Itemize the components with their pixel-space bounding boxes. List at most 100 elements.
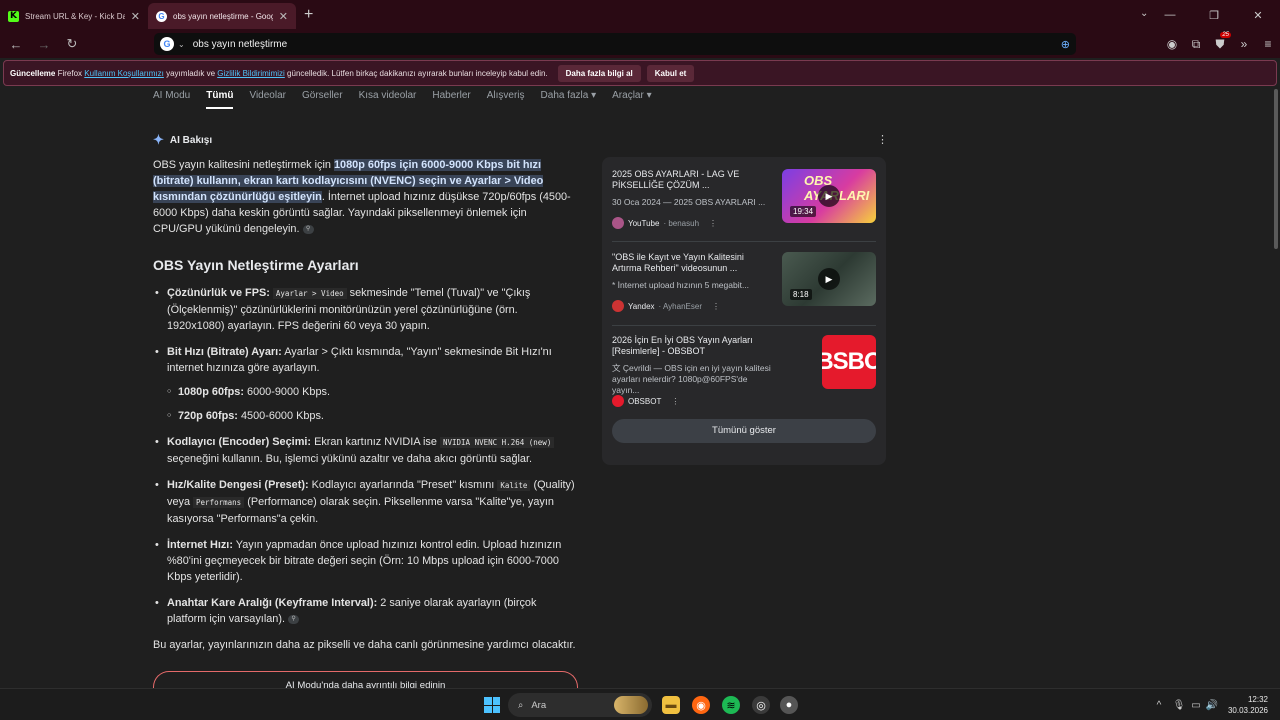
divider	[612, 241, 876, 242]
video-thumbnail[interactable]: OBS AYARLARI ▶ 19:34	[782, 169, 876, 223]
minimize-button[interactable]: —	[1148, 9, 1192, 21]
inline-code: Ayarlar > Video	[272, 288, 347, 299]
firefox-icon[interactable]: ◉	[692, 696, 710, 714]
search-placeholder: Ara	[531, 699, 547, 711]
search-results-page: AI Modu Tümü Videolar Görseller Kısa vid…	[0, 87, 1280, 688]
tab-videos[interactable]: Videolar	[249, 90, 286, 109]
tab-ai-mode[interactable]: AI Modu	[153, 90, 190, 109]
ai-mode-button[interactable]: AI Modu'nda daha ayrıntılı bilgi edinin	[153, 671, 578, 688]
tab-kick[interactable]: K Stream URL & Key - Kick Dashb ✕	[0, 3, 148, 29]
ai-overview-header: ✦ AI Bakışı	[153, 132, 212, 148]
video-title[interactable]: 2026 İçin En İyi OBS Yayın Ayarları [Res…	[612, 335, 772, 357]
new-tab-button[interactable]: +	[304, 6, 313, 24]
app-icon[interactable]: ●	[780, 696, 798, 714]
maximize-button[interactable]: ❐	[1192, 9, 1236, 22]
list-item: Bit Hızı (Bitrate) Ayarı: Ayarlar > Çıkt…	[153, 344, 578, 424]
learn-more-button[interactable]: Daha fazla bilgi al	[557, 64, 641, 82]
url-text[interactable]: obs yayın netleştirme	[193, 39, 288, 50]
sublist: 1080p 60fps: 6000-9000 Kbps. 720p 60fps:…	[167, 384, 578, 424]
source-sub: · AyhanEser	[658, 301, 702, 311]
tab-shopping[interactable]: Alışveriş	[487, 90, 525, 109]
link-icon[interactable]: ⚲	[288, 614, 300, 624]
more-options-icon[interactable]: ⋮	[877, 133, 888, 146]
kick-icon: K	[8, 10, 19, 22]
item-text: Ekran kartınız NVIDIA ise	[311, 436, 440, 448]
account-icon[interactable]: ◉	[1160, 37, 1184, 51]
spotify-icon[interactable]: ≋	[722, 696, 740, 714]
network-icon[interactable]: ▭	[1188, 700, 1204, 711]
scrollbar[interactable]	[1274, 89, 1278, 249]
show-all-button[interactable]: Tümünü göster	[612, 419, 876, 443]
window-controls: — ❐ ✕	[1148, 0, 1280, 30]
obs-icon[interactable]: ◎	[752, 696, 770, 714]
tab-google[interactable]: G obs yayın netleştirme - Google ✕	[148, 3, 296, 29]
tab-label: Stream URL & Key - Kick Dashb	[25, 11, 125, 21]
inline-code: Kalite	[497, 480, 531, 491]
tab-short-videos[interactable]: Kısa videolar	[359, 90, 417, 109]
source-sub: · benasuh	[663, 218, 700, 228]
more-options-icon[interactable]: ⋮	[671, 397, 679, 406]
closing-paragraph: Bu ayarlar, yayınlarınızın daha az pikse…	[153, 639, 576, 651]
ublock-icon[interactable]: ⛊ 25	[1208, 31, 1232, 52]
video-source: OBSBOT ⋮	[612, 395, 679, 407]
video-title[interactable]: 2025 OBS AYARLARI - LAG VE PİKSELLİĞE ÇÖ…	[612, 169, 772, 191]
video-card[interactable]: 2025 OBS AYARLARI - LAG VE PİKSELLİĞE ÇÖ…	[612, 169, 876, 235]
video-card[interactable]: 2026 İçin En İyi OBS Yayın Ayarları [Res…	[612, 335, 876, 411]
terms-link[interactable]: Kullanım Koşullarımızı	[84, 69, 164, 78]
list-item: Hız/Kalite Dengesi (Preset): Kodlayıcı a…	[153, 477, 578, 527]
clock[interactable]: 12:32 30.03.2026	[1228, 694, 1268, 716]
video-desc: * İnternet upload hızının 5 megabit...	[612, 280, 750, 290]
chevron-down-icon[interactable]: ⌄	[178, 40, 185, 49]
accept-button[interactable]: Kabul et	[646, 64, 695, 82]
tab-news[interactable]: Haberler	[432, 90, 470, 109]
play-icon[interactable]: ▶	[818, 185, 840, 207]
tab-images[interactable]: Görseller	[302, 90, 343, 109]
sublist-item: 720p 60fps: 4500-6000 Kbps.	[167, 408, 578, 424]
source-name: OBSBOT	[628, 396, 662, 406]
tab-more[interactable]: Daha fazla ▾	[541, 90, 597, 109]
notification-text: yayımladık ve	[166, 68, 216, 78]
video-thumbnail[interactable]: ▶ 8:18	[782, 252, 876, 306]
item-text: seçeneğini kullanın. Bu, işlemci yükünü …	[167, 453, 533, 465]
video-title[interactable]: "OBS ile Kayıt ve Yayın Kalitesini Artır…	[612, 252, 772, 274]
google-icon: G	[160, 37, 174, 51]
article-thumbnail[interactable]: BSBO	[822, 335, 876, 389]
link-icon[interactable]: ⚲	[302, 224, 314, 234]
video-source: Yandex · AyhanEser ⋮	[612, 300, 720, 312]
translate-icon[interactable]: ⊕	[1061, 38, 1070, 51]
play-icon[interactable]: ▶	[818, 268, 840, 290]
windows-start-icon[interactable]	[484, 697, 500, 713]
ai-overview-content: OBS yayın kalitesini netleştirmek için 1…	[153, 157, 578, 653]
taskbar-search[interactable]: ⌕ Ara	[508, 693, 652, 717]
yandex-icon	[612, 300, 624, 312]
close-icon[interactable]: ✕	[279, 10, 288, 23]
chevron-up-icon[interactable]: ^	[1148, 700, 1170, 711]
tab-tools[interactable]: Araçlar ▾	[612, 90, 651, 109]
inline-code: Performans	[193, 497, 245, 508]
volume-icon[interactable]: 🔊	[1204, 700, 1220, 711]
list-item: İnternet Hızı: Yayın yapmadan önce uploa…	[153, 537, 578, 585]
file-explorer-icon[interactable]: ▬	[662, 696, 680, 714]
video-card[interactable]: "OBS ile Kayıt ve Yayın Kalitesini Artır…	[612, 252, 876, 318]
settings-list: Çözünürlük ve FPS: Ayarlar > Video sekme…	[153, 285, 578, 627]
search-icon: ⌕	[518, 699, 524, 711]
back-button[interactable]: ←	[4, 37, 28, 52]
more-options-icon[interactable]: ⋮	[712, 302, 720, 311]
extensions-icon[interactable]: ⧉	[1184, 37, 1208, 52]
item-title: Kodlayıcı (Encoder) Seçimi:	[167, 436, 312, 448]
close-window-button[interactable]: ✕	[1236, 9, 1280, 22]
microphone-icon[interactable]: 🎙	[1170, 700, 1188, 711]
channel-avatar-icon	[612, 217, 624, 229]
menu-icon[interactable]: ≡	[1256, 37, 1280, 51]
item-title: Hız/Kalite Dengesi (Preset):	[167, 479, 309, 491]
overflow-icon[interactable]: »	[1232, 37, 1256, 51]
tab-all[interactable]: Tümü	[206, 90, 234, 109]
more-options-icon[interactable]: ⋮	[709, 219, 717, 228]
forward-button[interactable]: →	[32, 37, 56, 52]
item-text: 4500-6000 Kbps.	[237, 410, 324, 422]
system-tray: ^ 🎙 ▭ 🔊	[1148, 689, 1220, 720]
close-icon[interactable]: ✕	[131, 10, 140, 23]
privacy-link[interactable]: Gizlilik Bildirimimizi	[217, 69, 285, 78]
address-bar[interactable]: G ⌄ obs yayın netleştirme ⊕	[154, 33, 1076, 55]
reload-button[interactable]: ↻	[60, 36, 84, 52]
